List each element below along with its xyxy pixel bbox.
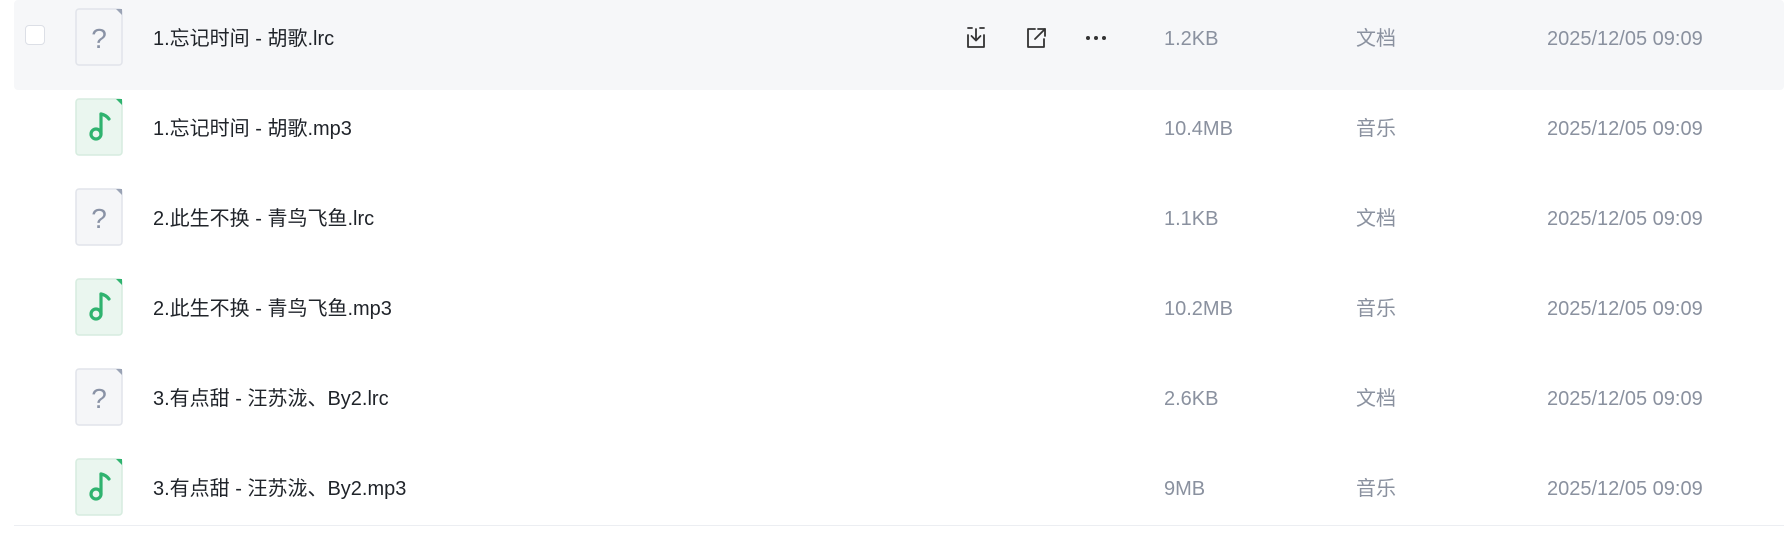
file-name[interactable]: 3.有点甜 - 汪苏泷、By2.mp3 [153,450,406,528]
file-size: 9MB [1164,478,1206,500]
file-name[interactable]: 2.此生不换 - 青鸟飞鱼.lrc [153,180,374,258]
list-divider [14,525,1784,526]
file-list: ? 1.忘记时间 - 胡歌.lrc 1.2KB 文档 2025/12/05 09… [0,0,1784,534]
file-date: 2025/12/05 09:09 [1547,208,1703,230]
file-row[interactable]: ? 3.有点甜 - 汪苏泷、By2.lrc 2.6KB 文档 2025/12/0… [14,360,1784,450]
music-file-icon [75,98,125,156]
unknown-file-icon: ? [75,8,125,66]
file-name[interactable]: 1.忘记时间 - 胡歌.lrc [153,0,334,78]
file-date: 2025/12/05 09:09 [1547,118,1703,140]
file-row[interactable]: ? 1.忘记时间 - 胡歌.lrc 1.2KB 文档 2025/12/05 09… [14,0,1784,90]
row-checkbox[interactable] [25,25,45,45]
file-row[interactable]: 3.有点甜 - 汪苏泷、By2.mp3 9MB 音乐 2025/12/05 09… [14,450,1784,534]
file-date: 2025/12/05 09:09 [1547,298,1703,320]
file-row[interactable]: ? 2.此生不换 - 青鸟飞鱼.lrc 1.1KB 文档 2025/12/05 … [14,180,1784,270]
file-size: 2.6KB [1164,388,1219,410]
file-date: 2025/12/05 09:09 [1547,388,1703,410]
file-type: 音乐 [1356,478,1396,500]
file-size: 1.1KB [1164,208,1219,230]
file-size: 1.2KB [1164,28,1219,50]
file-type: 文档 [1356,28,1396,50]
file-name[interactable]: 1.忘记时间 - 胡歌.mp3 [153,90,352,168]
file-type: 音乐 [1356,118,1396,140]
file-type: 文档 [1356,208,1396,230]
file-type: 音乐 [1356,298,1396,320]
file-name[interactable]: 3.有点甜 - 汪苏泷、By2.lrc [153,360,389,438]
svg-text:?: ? [91,203,107,234]
music-file-icon [75,458,125,516]
music-file-icon [75,278,125,336]
more-icon[interactable] [1078,20,1114,56]
unknown-file-icon: ? [75,188,125,246]
file-name[interactable]: 2.此生不换 - 青鸟飞鱼.mp3 [153,270,392,348]
file-size: 10.4MB [1164,118,1233,140]
file-date: 2025/12/05 09:09 [1547,478,1703,500]
row-actions [958,20,1114,56]
file-date: 2025/12/05 09:09 [1547,28,1703,50]
download-icon[interactable] [958,20,994,56]
file-row[interactable]: 2.此生不换 - 青鸟飞鱼.mp3 10.2MB 音乐 2025/12/05 0… [14,270,1784,360]
file-size: 10.2MB [1164,298,1233,320]
file-type: 文档 [1356,388,1396,410]
share-icon[interactable] [1018,20,1054,56]
unknown-file-icon: ? [75,368,125,426]
file-row[interactable]: 1.忘记时间 - 胡歌.mp3 10.4MB 音乐 2025/12/05 09:… [14,90,1784,180]
svg-text:?: ? [91,23,107,54]
svg-text:?: ? [91,383,107,414]
